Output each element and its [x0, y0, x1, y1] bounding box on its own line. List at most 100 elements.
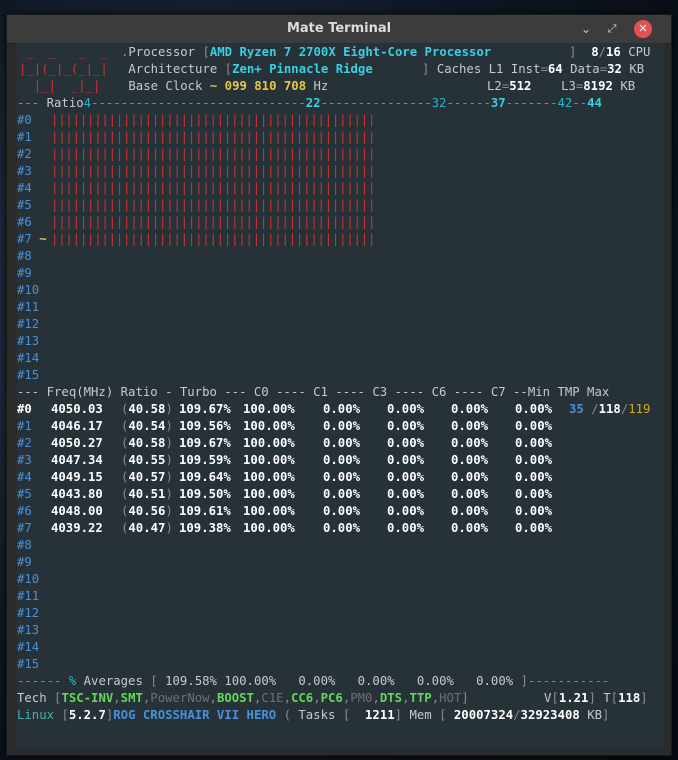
core-id: #1 — [17, 130, 32, 144]
ratio-marker: ~ — [39, 232, 47, 246]
cell-c1: 0.00% — [323, 419, 361, 433]
cell-c3: 0.00% — [387, 521, 425, 535]
cell-c7: 0.00% — [515, 487, 553, 501]
freq-row: #0 4050.03 (40.58) 109.67% 100.00% 0.00% 0.00%… — [17, 401, 665, 418]
freq-row-empty: #9 — [17, 554, 32, 571]
core-id: #3 — [17, 164, 32, 178]
close-icon[interactable]: ✕ — [634, 20, 652, 38]
cache-l2-l3-line: L2=512 L3=8192 KB — [487, 79, 636, 93]
architecture-line: Architecture [Zen+ Pinnacle Ridge — [128, 62, 373, 76]
freq-row: #7 4039.22 (40.47) 109.38% 100.00% 0.00% 0.00%… — [17, 520, 665, 537]
freq-header: --- Freq(MHz) Ratio - Turbo --- C0 ---- … — [17, 385, 610, 399]
cache-l1-line: ] Caches L1 Inst=64 Data=32 KB — [422, 62, 645, 76]
terminal-content[interactable]: _ _ _ _ .Processor [AMD Ryzen 7 2700X Ei… — [17, 43, 665, 749]
cell-turbo: 109.67% — [179, 402, 231, 416]
processor-line: .Processor [AMD Ryzen 7 2700X Eight-Core… — [121, 45, 492, 59]
core-id: #9 — [17, 266, 32, 280]
ratio-bar: ||||||||||||||||||||||||||||||||||||||||… — [51, 113, 376, 127]
freq-row: #4 4049.15 (40.57) 109.64% 100.00% 0.00% 0.00%… — [17, 469, 665, 486]
cell-c3: 0.00% — [387, 504, 425, 518]
cell-ratio: (40.57) — [121, 470, 173, 484]
core-id: #6 — [17, 215, 32, 229]
logo-line-3: |_| _|_| — [19, 79, 101, 93]
maximize-icon[interactable]: ⤢ — [603, 20, 621, 38]
core-id: #4 — [17, 181, 32, 195]
tech-flag: PowerNow — [150, 691, 210, 705]
cell-ratio: (40.51) — [121, 487, 173, 501]
freq-row: #5 4043.80 (40.51) 109.50% 100.00% 0.00% 0.00%… — [17, 486, 665, 503]
tech-flag: TSC-INV — [61, 691, 114, 705]
ratio-row: #11 — [17, 299, 39, 316]
core-id: #2 — [17, 436, 32, 450]
core-id: #11 — [17, 300, 40, 314]
ratio-row: #14 — [17, 350, 39, 367]
cell-c1: 0.00% — [323, 436, 361, 450]
cell-turbo: 109.56% — [179, 419, 231, 433]
tech-line: Tech [TSC-INV,SMT,PowerNow,BOOST,C1E,CC6… — [17, 691, 469, 705]
tech-flag: DTS — [379, 691, 403, 705]
cell-c0: 100.00% — [243, 436, 295, 450]
temp-min: 35 — [569, 402, 584, 416]
cell-c6: 0.00% — [451, 504, 489, 518]
freq-row-empty: #8 — [17, 537, 32, 554]
cell-c3: 0.00% — [387, 487, 425, 501]
cell-c6: 0.00% — [451, 453, 489, 467]
freq-row: #3 4047.34 (40.55) 109.59% 100.00% 0.00% 0.00%… — [17, 452, 665, 469]
core-id: #15 — [17, 657, 40, 671]
minimize-icon[interactable]: ⌄ — [577, 20, 595, 38]
ratio-bar: ||||||||||||||||||||||||||||||||||||||||… — [51, 215, 376, 229]
ratio-value: 40.57 — [128, 470, 166, 484]
ratio-bar: ||||||||||||||||||||||||||||||||||||||||… — [51, 181, 376, 195]
cell-c6: 0.00% — [451, 402, 489, 416]
logo-text: _ _ _ _ — [19, 45, 108, 59]
cell-c6: 0.00% — [451, 419, 489, 433]
ratio-value: 40.56 — [128, 504, 166, 518]
cell-c0: 100.00% — [243, 470, 295, 484]
cell-freq: 4050.27 — [51, 436, 103, 450]
cell-turbo: 109.64% — [179, 470, 231, 484]
core-id: #6 — [17, 504, 32, 518]
cell-c1: 0.00% — [323, 453, 361, 467]
freq-row-empty: #10 — [17, 571, 39, 588]
freq-row-empty: #12 — [17, 605, 39, 622]
tech-flag: HOT — [439, 691, 462, 705]
core-id: #8 — [17, 538, 32, 552]
cell-c7: 0.00% — [515, 402, 553, 416]
cell-c7: 0.00% — [515, 521, 553, 535]
core-id: #7 — [17, 521, 32, 535]
ratio-bar: ||||||||||||||||||||||||||||||||||||||||… — [51, 232, 376, 246]
system-line: Linux [5.2.7]ROG CROSSHAIR VII HERO ( Ta… — [17, 708, 610, 722]
cell-turbo: 109.50% — [179, 487, 231, 501]
cell-freq: 4050.03 — [51, 402, 103, 416]
freq-row: #2 4050.27 (40.58) 109.67% 100.00% 0.00% 0.00%… — [17, 435, 665, 452]
ratio-bar: ||||||||||||||||||||||||||||||||||||||||… — [51, 147, 376, 161]
tech-items: TSC-INV,SMT,PowerNow,BOOST,C1E,CC6,PC6,P… — [61, 691, 462, 705]
logo-line-1: _ _ _ _ — [19, 44, 108, 61]
core-id: #8 — [17, 249, 32, 263]
cell-freq: 4039.22 — [51, 521, 103, 535]
ratio-row: #6 ||||||||||||||||||||||||||||||||||||||… — [17, 214, 375, 231]
cell-c1: 0.00% — [323, 504, 361, 518]
cell-c0: 100.00% — [243, 504, 295, 518]
ratio-row: #4 ||||||||||||||||||||||||||||||||||||||… — [17, 180, 375, 197]
core-id: #5 — [17, 487, 32, 501]
cell-ratio: (40.55) — [121, 453, 173, 467]
core-id: #14 — [17, 640, 40, 654]
tech-flag: BOOST — [216, 691, 254, 705]
ratio-row: #0 ||||||||||||||||||||||||||||||||||||||… — [17, 112, 375, 129]
core-id: #10 — [17, 572, 40, 586]
core-id: #13 — [17, 334, 40, 348]
cell-c6: 0.00% — [451, 436, 489, 450]
temp-current: 118 — [598, 402, 621, 416]
tech-flag: PC6 — [320, 691, 343, 705]
cpu-count: ] 8/16 CPU — [569, 45, 651, 59]
cell-ratio: (40.58) — [121, 436, 173, 450]
temp-max: 119 — [628, 402, 651, 416]
averages-line: ------ % Averages [ 109.58% 100.00% 0.00… — [17, 674, 610, 688]
cell-c1: 0.00% — [323, 521, 361, 535]
ratio-bar: ||||||||||||||||||||||||||||||||||||||||… — [51, 130, 376, 144]
temperature-cell: 35 /118/119 — [569, 402, 651, 416]
core-id: #3 — [17, 453, 32, 467]
cell-ratio: (40.58) — [121, 402, 173, 416]
title-bar[interactable]: Mate Terminal ⌄ ⤢ ✕ — [7, 15, 671, 44]
